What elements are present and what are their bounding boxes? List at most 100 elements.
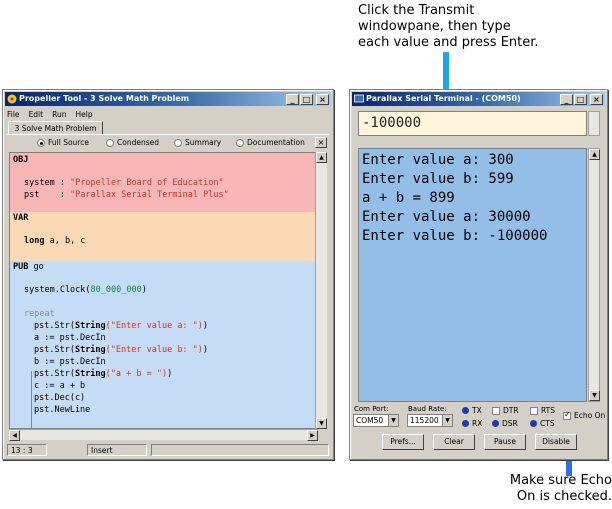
scroll-down-icon[interactable]: ▼: [316, 418, 327, 429]
close-icon[interactable]: ×: [315, 137, 327, 148]
scroll-right-icon[interactable]: ▶: [307, 430, 318, 441]
title-bar[interactable]: Propeller Tool - 3 Solve Math Problem _ …: [5, 92, 331, 106]
transmit-instruction: Click the Transmit windowpane, then type…: [358, 3, 598, 51]
instruction-line: windowpane, then type: [358, 19, 511, 34]
instruction-line: Make sure Echo: [509, 473, 612, 488]
obj-section: OBJ system : "Propeller Board of Educati…: [10, 153, 317, 212]
scroll-down-icon[interactable]: ▼: [589, 390, 600, 401]
propeller-icon: [7, 94, 17, 104]
menu-file[interactable]: File: [7, 109, 20, 121]
dtr-toggle[interactable]: DTR: [492, 406, 519, 415]
baud-rate-select[interactable]: 115200 ▼: [407, 414, 453, 427]
scroll-up-icon[interactable]: ▲: [316, 152, 327, 163]
code-editor[interactable]: OBJ system : "Propeller Board of Educati…: [9, 152, 318, 429]
menu-edit[interactable]: Edit: [29, 109, 44, 121]
receive-line: Enter value a: 30000: [362, 209, 531, 225]
checkbox-icon[interactable]: [492, 406, 500, 415]
transmit-pane[interactable]: -100000: [358, 111, 587, 136]
edit-mode: Insert: [87, 444, 147, 456]
var-section: VAR long a, b, c: [10, 212, 317, 261]
prefs-button[interactable]: Prefs...: [382, 434, 424, 450]
chevron-down-icon[interactable]: ▼: [442, 415, 452, 426]
view-label: Condensed: [117, 138, 159, 147]
view-label: Summary: [185, 138, 222, 147]
close-icon[interactable]: ×: [590, 94, 603, 105]
maximize-icon[interactable]: □: [574, 94, 587, 105]
var-keyword: VAR: [13, 213, 29, 223]
tab-divider: [7, 134, 329, 135]
radio-selected-icon[interactable]: [37, 139, 45, 147]
code-line: pst.Str(String("Enter value b: ")): [34, 345, 209, 355]
checkbox-checked-icon[interactable]: [563, 410, 571, 420]
rts-toggle[interactable]: RTS: [530, 406, 555, 415]
led-icon: [492, 420, 499, 427]
close-icon[interactable]: ×: [316, 94, 329, 105]
minimize-icon[interactable]: _: [286, 94, 299, 105]
radio-icon[interactable]: [174, 139, 182, 147]
horizontal-scrollbar[interactable]: ◀ ▶: [9, 429, 318, 441]
radio-icon[interactable]: [236, 139, 244, 147]
disable-button[interactable]: Disable: [535, 434, 577, 450]
com-port-value: COM50: [356, 416, 384, 425]
led-icon: [530, 420, 537, 427]
code-line: pst.NewLine: [34, 405, 91, 415]
vertical-scrollbar[interactable]: ▲ ▼: [315, 152, 327, 429]
radio-icon[interactable]: [106, 139, 114, 147]
propeller-tool-window: Propeller Tool - 3 Solve Math Problem _ …: [2, 89, 334, 460]
echo-on-checkbox[interactable]: Echo On: [563, 410, 605, 420]
indent-guide: [31, 371, 32, 428]
checkbox-icon[interactable]: [530, 406, 538, 415]
instruction-line: each value and press Enter.: [358, 35, 539, 50]
view-full-source[interactable]: Full Source: [37, 137, 89, 149]
receive-pane[interactable]: Enter value a: 300 Enter value b: 599 a + …: [358, 148, 587, 402]
com-port-select[interactable]: COM50 ▼: [353, 414, 399, 427]
chevron-down-icon[interactable]: ▼: [388, 415, 398, 426]
terminal-icon: [354, 94, 364, 103]
instruction-line: On is checked.: [516, 489, 612, 504]
scroll-left-icon[interactable]: ◀: [9, 430, 20, 441]
code-line: pst.Str(String("Enter value a: ")): [34, 321, 209, 331]
receive-line: Enter value b: -100000: [362, 228, 548, 244]
receive-line: a + b = 899: [362, 190, 455, 206]
tx-indicator: TX: [462, 406, 482, 415]
code-line: b := pst.DecIn: [34, 357, 106, 367]
receive-scrollbar[interactable]: ▲ ▼: [588, 148, 600, 402]
code-line: c := a + b: [34, 381, 86, 391]
com-port-label: Com Port:: [354, 405, 389, 413]
window-title: Parallax Serial Terminal - (COM50): [366, 94, 521, 103]
code-line: system : "Propeller Board of Education": [24, 178, 224, 188]
code-line: long a, b, c: [24, 236, 86, 246]
status-empty: [151, 444, 329, 456]
code-line: system.Clock(80_000_000): [24, 285, 147, 295]
title-bar[interactable]: Parallax Serial Terminal - (COM50) _ □ ×: [352, 92, 605, 106]
code-line: pst : "Parallax Serial Terminal Plus": [24, 190, 229, 200]
cts-indicator: CTS: [530, 419, 555, 428]
pause-button[interactable]: Pause: [484, 434, 526, 450]
view-mode-bar: Full Source Condensed Summary Documentat…: [11, 137, 327, 149]
scroll-up-icon[interactable]: ▲: [589, 149, 600, 160]
menu-run[interactable]: Run: [52, 109, 66, 121]
view-condensed[interactable]: Condensed: [106, 137, 159, 149]
repeat-keyword: repeat: [24, 309, 55, 319]
view-label: Full Source: [48, 138, 89, 147]
code-line: a := pst.DecIn: [34, 333, 106, 343]
pub-header: PUB go: [13, 262, 44, 272]
serial-terminal-window: Parallax Serial Terminal - (COM50) _ □ ×…: [349, 89, 608, 460]
dsr-indicator: DSR: [492, 419, 518, 428]
view-summary[interactable]: Summary: [174, 137, 221, 149]
tab-document[interactable]: 3 Solve Math Problem: [8, 121, 103, 135]
minimize-icon[interactable]: _: [560, 94, 573, 105]
baud-rate-label: Baud Rate:: [408, 405, 447, 413]
window-title: Propeller Tool - 3 Solve Math Problem: [19, 94, 190, 103]
transmit-scrollbar[interactable]: [588, 111, 600, 136]
clear-button[interactable]: Clear: [433, 434, 475, 450]
view-label: Documentation: [247, 138, 305, 147]
maximize-icon[interactable]: □: [300, 94, 313, 105]
receive-line: Enter value a: 300: [362, 152, 514, 168]
led-icon: [462, 420, 469, 427]
obj-keyword: OBJ: [13, 155, 29, 165]
code-line: pst.Dec(c): [34, 393, 86, 403]
menu-help[interactable]: Help: [75, 109, 92, 121]
receive-line: Enter value b: 599: [362, 171, 514, 187]
view-documentation[interactable]: Documentation: [236, 137, 305, 149]
